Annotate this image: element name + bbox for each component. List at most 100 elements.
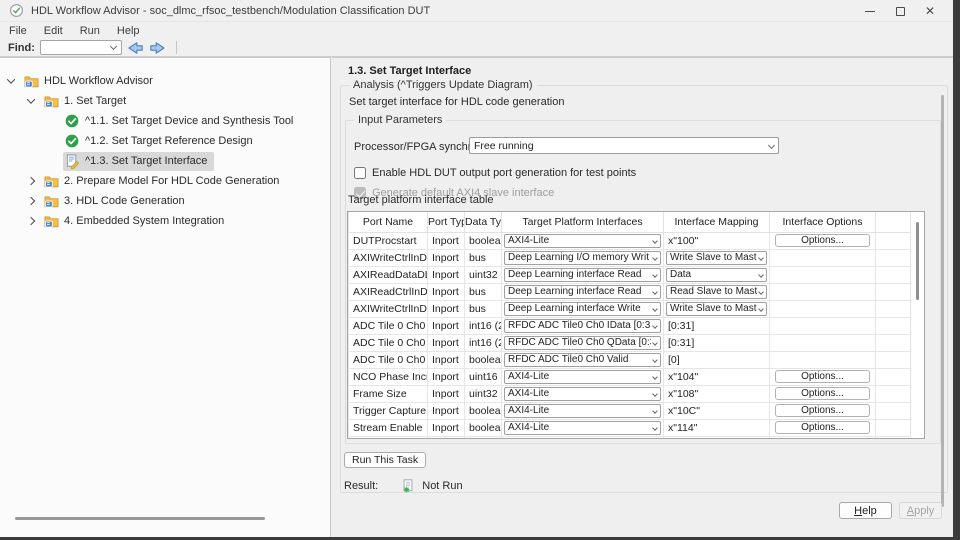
options-button[interactable]: Options... [775,234,870,247]
port-name-cell: ADC Tile 0 Ch0 Q Data [349,334,428,351]
mapping-dropdown[interactable]: Read Slave to Master B [666,285,767,299]
mapping-dropdown[interactable]: Write Slave to Master E [666,251,767,265]
result-label: Result: [344,480,378,492]
chevron-down-icon [652,255,658,261]
menu-item-file[interactable]: File [9,25,27,37]
interface-options-cell: Options... [770,232,876,249]
maximize-button[interactable] [885,0,915,22]
tree-item[interactable]: 1. Set Target [0,91,330,111]
options-button[interactable]: Options... [775,438,870,439]
tree-collapse-chevron-icon[interactable] [7,75,15,83]
table-row: Frame SizeInportuint32AXI4-Litex"108"Opt… [349,385,913,402]
table-row: ADC Tile 0 Ch0 ValidInportbooleanRFDC AD… [349,351,913,368]
tree-expand-chevron-icon[interactable] [27,197,35,205]
table-row: AXIWriteCtrlInDDRInportbusDeep Learning … [349,249,913,266]
interface-dropdown[interactable]: Deep Learning interface Read [504,268,661,282]
table-vertical-scrollbar[interactable] [910,212,924,438]
result-status: Not Run [422,480,462,492]
interface-mapping-cell: x"128" [664,436,770,439]
apply-button[interactable]: Apply [899,502,942,519]
tree-item-label: 4. Embedded System Integration [64,215,224,227]
interface-mapping-cell: x"10C" [664,402,770,419]
data-type-cell: boolean [465,436,502,439]
run-this-task-button[interactable]: Run This Task [344,452,426,468]
interface-dropdown[interactable]: RFDC ADC Tile0 Ch0 IData [0:3 [504,319,661,333]
tree-item-label: 2. Prepare Model For HDL Code Generation [64,175,279,187]
menu-item-run[interactable]: Run [80,25,100,37]
find-previous-button[interactable] [127,41,144,55]
interface-mapping-cell: x"108" [664,385,770,402]
column-header: Port Type [428,212,465,232]
port-type-cell: Inport [428,334,465,351]
tree-collapse-chevron-icon[interactable] [27,95,35,103]
tree-item[interactable]: ^1.2. Set Target Reference Design [0,131,330,151]
interface-dropdown[interactable]: Deep Learning I/O memory Writ [504,251,661,265]
mapping-dropdown[interactable]: Data [666,268,767,282]
interface-dropdown[interactable]: AXI4-Lite [504,404,661,418]
chevron-down-icon[interactable] [110,43,117,50]
tree-item-content: 4. Embedded System Integration [42,212,231,231]
interface-dropdown[interactable]: AXI4-Lite [504,234,661,248]
find-input[interactable] [41,42,111,53]
tree-expand-chevron-icon[interactable] [27,217,35,225]
help-button[interactable]: Help [839,502,892,519]
close-button[interactable]: ✕ [915,0,945,22]
chevron-down-icon [652,425,658,431]
interface-dropdown[interactable]: Deep Learning interface Write [504,302,661,316]
interface-dropdown-value: AXI4-Lite [508,388,651,399]
interface-dropdown[interactable]: Deep Learning interface Read [504,285,661,299]
find-combobox[interactable] [40,40,122,55]
tree-item[interactable]: 4. Embedded System Integration [0,211,330,231]
table-scrollbar-thumb[interactable] [916,222,919,300]
panel-vertical-scrollbar[interactable] [941,95,944,507]
menu-item-edit[interactable]: Edit [44,25,63,37]
filler-cell [876,266,913,283]
interface-dropdown[interactable]: AXI4-Lite [504,387,661,401]
task-description: Set target interface for HDL code genera… [349,96,564,108]
tree-item-content: ^1.1. Set Target Device and Synthesis To… [63,112,300,131]
interface-options-cell [770,283,876,300]
tree-horizontal-scrollbar[interactable] [15,517,265,520]
table-row: AXIReadDataDLInportuint32Deep Learning i… [349,266,913,283]
menu-item-help[interactable]: Help [117,25,140,37]
interface-dropdown[interactable]: AXI4-Lite [504,421,661,435]
minimize-button[interactable] [855,0,885,22]
tree-item[interactable]: 3. HDL Code Generation [0,191,330,211]
find-label: Find: [8,42,35,54]
close-icon: ✕ [925,6,935,16]
chevron-down-icon [652,289,658,295]
find-next-button[interactable] [149,41,166,55]
table-row: AXIWriteCtrlInDLInportbusDeep Learning i… [349,300,913,317]
tree-expand-chevron-icon[interactable] [27,177,35,185]
interface-dropdown-value: Deep Learning interface Write [508,303,651,314]
sync-dropdown-value: Free running [474,140,766,152]
minimize-icon [865,11,875,12]
tree-item-label: ^1.3. Set Target Interface [85,155,207,167]
interface-dropdown[interactable]: RFDC ADC Tile0 Ch0 Valid [504,353,661,367]
filler-cell [876,232,913,249]
interface-dropdown[interactable]: RFDC ADC Tile0 Ch0 QData [0:3 [504,336,661,350]
target-platform-interface-cell: AXI4-Lite [502,402,664,419]
tree-item[interactable]: ^1.3. Set Target Interface [0,151,330,171]
interface-options-cell [770,300,876,317]
maximize-icon [896,7,905,16]
options-button[interactable]: Options... [775,387,870,400]
options-button[interactable]: Options... [775,421,870,434]
interface-dropdown-value: Deep Learning interface Read [508,269,651,280]
port-type-cell: Inport [428,402,465,419]
testpoints-checkbox[interactable] [354,167,366,179]
analysis-groupbox: Analysis (^Triggers Update Diagram) Set … [340,85,948,493]
chevron-down-icon [758,272,764,278]
tree-item-content: 1. Set Target [42,92,133,111]
mapping-dropdown[interactable]: Write Slave to Master E [666,302,767,316]
interface-dropdown[interactable]: AXI4-Lite [504,370,661,384]
options-button[interactable]: Options... [775,404,870,417]
interface-dropdown[interactable]: AXI4-Lite [504,438,661,440]
target-platform-interface-cell: RFDC ADC Tile0 Ch0 Valid [502,351,664,368]
tree-item[interactable]: 2. Prepare Model For HDL Code Generation [0,171,330,191]
options-button[interactable]: Options... [775,370,870,383]
sync-dropdown[interactable]: Free running [469,137,779,154]
tree-item[interactable]: ^1.1. Set Target Device and Synthesis To… [0,111,330,131]
port-type-cell: Inport [428,351,465,368]
tree-item[interactable]: HDL Workflow Advisor [0,71,330,91]
